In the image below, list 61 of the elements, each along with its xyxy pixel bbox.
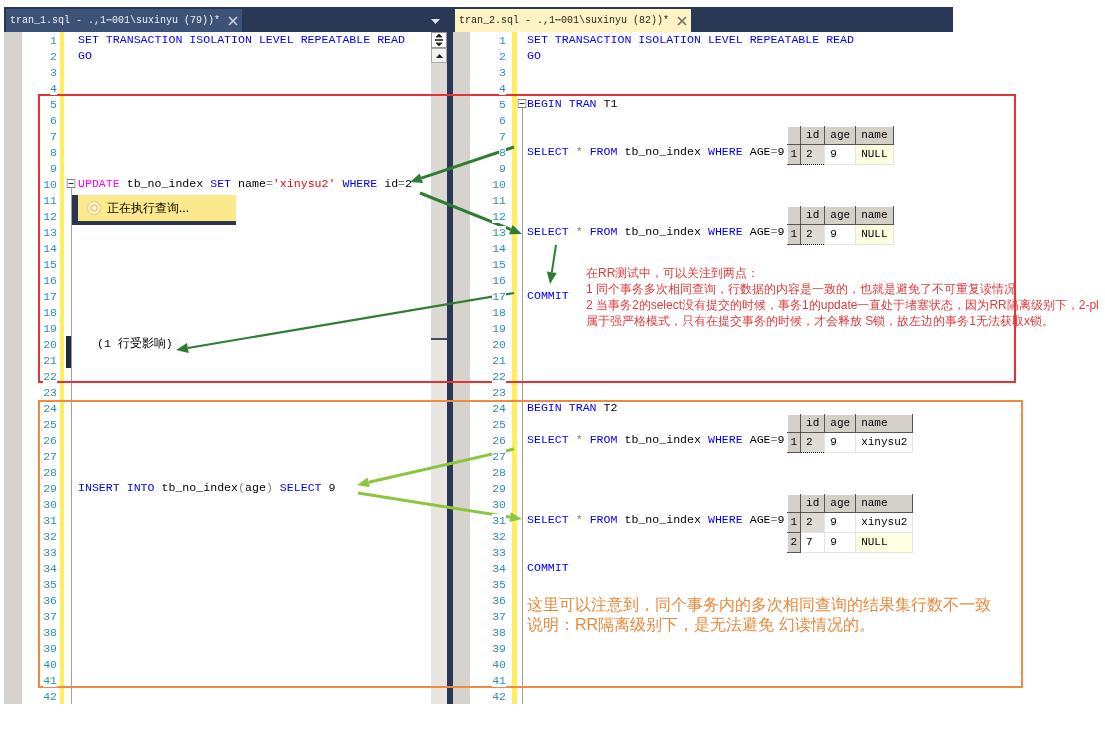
scroll-up-button[interactable] [431, 48, 447, 63]
spinner-icon [86, 200, 102, 216]
collapse-icon[interactable] [517, 99, 527, 108]
grid-header-cell[interactable]: id [800, 126, 825, 145]
code-line: GO [527, 48, 541, 64]
line-number: 13 [492, 225, 506, 239]
grid-header-cell[interactable]: name [855, 414, 913, 433]
annotation-text: 说明：RR隔离级别下，是无法避免 幻读情况的。 [527, 615, 876, 635]
dropdown-icon[interactable] [431, 19, 440, 24]
collapse-icon[interactable] [66, 179, 76, 188]
grid-corner-cell [787, 414, 801, 433]
code-line: SET TRANSACTION ISOLATION LEVEL REPEATABLE READ [78, 32, 405, 48]
row-header-cell[interactable]: 1 [787, 144, 801, 165]
grid-header-cell[interactable]: id [800, 494, 825, 513]
code-line: BEGIN TRAN T1 [527, 96, 618, 112]
code-line: COMMIT [527, 288, 569, 304]
grid-header-cell[interactable]: name [855, 494, 913, 513]
code-line: SELECT * FROM tb_no_index WHERE AGE=9 [527, 144, 785, 160]
arrow [546, 244, 557, 284]
grid-corner-cell [787, 126, 801, 145]
annotation-text: 在RR测试中，可以关注到两点： [586, 265, 761, 281]
result-message: (1 行受影响) [96, 336, 173, 352]
line-number: 31 [492, 513, 506, 527]
grid-cell[interactable]: 9 [824, 512, 856, 533]
line-number: 8 [499, 145, 506, 159]
code-line: SET TRANSACTION ISOLATION LEVEL REPEATABLE READ [527, 32, 854, 48]
code-line: COMMIT [527, 560, 569, 576]
grid-header-cell[interactable]: age [824, 494, 856, 513]
grid-header-cell[interactable]: age [824, 414, 856, 433]
grid-header-cell[interactable]: id [800, 206, 825, 225]
grid-cell[interactable]: 9 [824, 144, 856, 165]
grid-header-cell[interactable]: name [855, 126, 894, 145]
up-arrow-icon [435, 53, 443, 58]
status-text: 正在执行查询... [107, 200, 189, 217]
grid-cell[interactable]: 9 [824, 224, 856, 245]
code-line: BEGIN TRAN T2 [527, 400, 618, 416]
scrollbar-thumb[interactable] [431, 63, 447, 340]
grid-cell[interactable]: 7 [800, 532, 825, 553]
code-line: SELECT * FROM tb_no_index WHERE AGE=9 [527, 224, 785, 240]
grid-corner-cell [787, 494, 801, 513]
grid-header-cell[interactable]: name [855, 206, 894, 225]
grid-header-cell[interactable]: age [824, 206, 856, 225]
code-line: GO [78, 48, 92, 64]
annotation-text: 这里可以注意到，同个事务内的多次相同查询的结果集行数不一致 [527, 595, 991, 615]
editor-tab[interactable]: tran_1.sql - .,1⋯001\suxinyu (79))* [6, 9, 243, 32]
row-header-cell[interactable]: 2 [787, 532, 801, 553]
code-line: SELECT * FROM tb_no_index WHERE AGE=9 [527, 432, 785, 448]
grid-header-cell[interactable]: id [800, 414, 825, 433]
split-icon[interactable] [434, 34, 444, 46]
row-header-cell[interactable]: 1 [787, 224, 801, 245]
code-line: SELECT * FROM tb_no_index WHERE AGE=9 [527, 512, 785, 528]
line-number: 27 [492, 449, 506, 463]
grid-header-cell[interactable]: age [824, 126, 856, 145]
grid-corner-cell [787, 206, 801, 225]
code-line: INSERT INTO tb_no_index(age) SELECT 9 [78, 480, 336, 496]
code-line: UPDATE tb_no_index SET name='xinysu2' WHERE id=2 [78, 176, 413, 192]
row-header-cell[interactable]: 1 [787, 432, 801, 453]
editor-tab[interactable]: tran_2.sql - .,1⋯001\suxinyu (82))* [455, 9, 692, 32]
row-header-cell[interactable]: 1 [787, 512, 801, 533]
close-icon[interactable] [677, 15, 688, 26]
grid-cell[interactable]: 9 [824, 432, 856, 453]
